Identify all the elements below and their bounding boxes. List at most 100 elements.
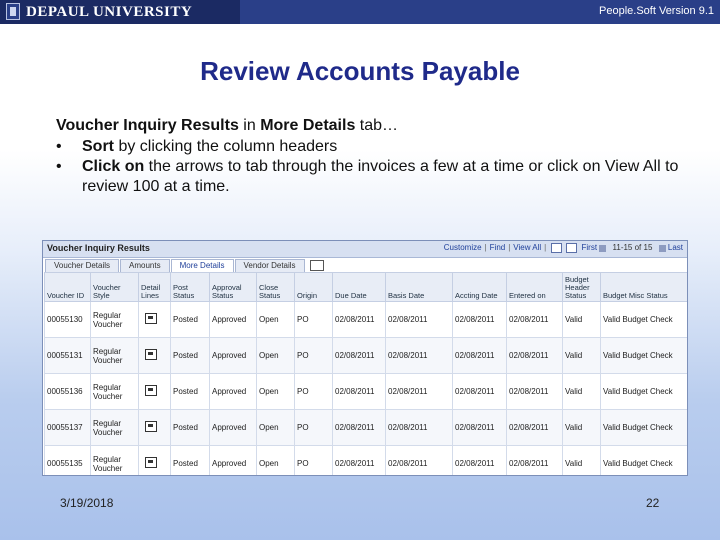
slide-date: 3/19/2018 bbox=[60, 496, 114, 510]
bullet-text: Click on the arrows to tab through the i… bbox=[82, 157, 696, 197]
detail-lines-cell bbox=[138, 445, 171, 475]
voucher-id-cell[interactable]: 00055135 bbox=[44, 445, 91, 475]
column-header[interactable]: Basis Date bbox=[385, 272, 453, 302]
bullet-item: • Sort by clicking the column headers bbox=[56, 137, 696, 157]
post-status-cell: Posted bbox=[170, 301, 210, 338]
results-panel-title: Voucher Inquiry Results bbox=[47, 243, 150, 253]
first-link[interactable]: First bbox=[581, 243, 597, 252]
view-all-link[interactable]: View All bbox=[513, 243, 541, 252]
voucher-style-cell: Regular Voucher bbox=[90, 373, 139, 410]
approval-status-cell: Approved bbox=[209, 337, 257, 374]
due-date-cell: 02/08/2011 bbox=[332, 409, 386, 446]
voucher-id-cell[interactable]: 00055137 bbox=[44, 409, 91, 446]
column-header[interactable]: Origin bbox=[294, 272, 333, 302]
find-link[interactable]: Find bbox=[490, 243, 506, 252]
row-count: 11-15 of 15 bbox=[612, 243, 653, 253]
bullet-rest: by clicking the column headers bbox=[114, 138, 338, 155]
header-bar: DEPAUL UNIVERSITY People.Soft Version 9.… bbox=[0, 0, 720, 24]
tab-voucher-details[interactable]: Voucher Details bbox=[45, 259, 120, 272]
download-icon[interactable] bbox=[551, 243, 563, 253]
intro-line: Voucher Inquiry Results in More Details … bbox=[56, 116, 696, 136]
slide-page-number: 22 bbox=[646, 496, 660, 510]
detail-lines-icon[interactable] bbox=[145, 421, 157, 432]
column-header[interactable]: Approval Status bbox=[209, 272, 257, 302]
column-header[interactable]: Budget Header Status bbox=[562, 272, 601, 302]
detail-lines-icon[interactable] bbox=[145, 349, 157, 360]
customize-link[interactable]: Customize bbox=[444, 243, 482, 252]
basis-date-cell: 02/08/2011 bbox=[385, 373, 453, 410]
table-row: 00055137 Regular Voucher Posted Approved… bbox=[44, 409, 687, 446]
close-status-cell: Open bbox=[256, 409, 295, 446]
voucher-style-cell: Regular Voucher bbox=[90, 409, 139, 446]
budget-header-status-cell: Valid bbox=[562, 445, 601, 475]
column-header[interactable]: Voucher ID bbox=[44, 272, 91, 302]
show-all-columns-icon[interactable] bbox=[309, 260, 324, 271]
bullet-marker: • bbox=[56, 158, 62, 175]
detail-lines-icon[interactable] bbox=[145, 313, 157, 324]
basis-date-cell: 02/08/2011 bbox=[385, 445, 453, 475]
university-logo: DEPAUL UNIVERSITY bbox=[0, 0, 240, 24]
accting-date-cell: 02/08/2011 bbox=[452, 373, 507, 410]
next-arrow-icon[interactable] bbox=[658, 244, 666, 252]
detail-lines-cell bbox=[138, 373, 171, 410]
entered-on-cell: 02/08/2011 bbox=[506, 373, 563, 410]
post-status-cell: Posted bbox=[170, 337, 210, 374]
column-header[interactable]: Accting Date bbox=[452, 272, 507, 302]
origin-cell: PO bbox=[294, 373, 333, 410]
origin-cell: PO bbox=[294, 301, 333, 338]
tab-vendor-details[interactable]: Vendor Details bbox=[234, 259, 305, 272]
voucher-id-cell[interactable]: 00055136 bbox=[44, 373, 91, 410]
voucher-id-cell[interactable]: 00055131 bbox=[44, 337, 91, 374]
intro-end: tab… bbox=[355, 117, 399, 134]
column-header[interactable]: Entered on bbox=[506, 272, 563, 302]
due-date-cell: 02/08/2011 bbox=[332, 301, 386, 338]
voucher-results-table: Voucher ID Voucher Style Detail Lines Po… bbox=[44, 272, 687, 475]
budget-header-status-cell: Valid bbox=[562, 409, 601, 446]
approval-status-cell: Approved bbox=[209, 409, 257, 446]
grid-view-icon[interactable] bbox=[566, 243, 578, 253]
due-date-cell: 02/08/2011 bbox=[332, 337, 386, 374]
tab-amounts[interactable]: Amounts bbox=[120, 259, 170, 272]
accting-date-cell: 02/08/2011 bbox=[452, 409, 507, 446]
due-date-cell: 02/08/2011 bbox=[332, 373, 386, 410]
column-header[interactable]: Voucher Style bbox=[90, 272, 139, 302]
intro-bold-tab: More Details bbox=[260, 117, 356, 134]
bullet-marker: • bbox=[56, 138, 62, 155]
post-status-cell: Posted bbox=[170, 445, 210, 475]
close-status-cell: Open bbox=[256, 445, 295, 475]
approval-status-cell: Approved bbox=[209, 373, 257, 410]
intro-bold-results: Voucher Inquiry Results bbox=[56, 117, 239, 134]
column-header[interactable]: Detail Lines bbox=[138, 272, 171, 302]
table-row: 00055135 Regular Voucher Posted Approved… bbox=[44, 445, 687, 475]
close-status-cell: Open bbox=[256, 373, 295, 410]
bullet-text: Sort by clicking the column headers bbox=[82, 137, 696, 157]
bullet-bold: Click on bbox=[82, 158, 145, 175]
table-row: 00055131 Regular Voucher Posted Approved… bbox=[44, 337, 687, 374]
accting-date-cell: 02/08/2011 bbox=[452, 337, 507, 374]
voucher-style-cell: Regular Voucher bbox=[90, 301, 139, 338]
column-header[interactable]: Due Date bbox=[332, 272, 386, 302]
close-status-cell: Open bbox=[256, 301, 295, 338]
column-header[interactable]: Close Status bbox=[256, 272, 295, 302]
detail-lines-cell bbox=[138, 301, 171, 338]
detail-lines-icon[interactable] bbox=[145, 457, 157, 468]
voucher-style-cell: Regular Voucher bbox=[90, 337, 139, 374]
voucher-style-cell: Regular Voucher bbox=[90, 445, 139, 475]
previous-arrow-icon[interactable] bbox=[599, 244, 607, 252]
budget-misc-status-cell: Valid Budget Check bbox=[600, 301, 687, 338]
column-header[interactable]: Post Status bbox=[170, 272, 210, 302]
entered-on-cell: 02/08/2011 bbox=[506, 301, 563, 338]
close-status-cell: Open bbox=[256, 337, 295, 374]
bullet-rest: the arrows to tab through the invoices a… bbox=[82, 158, 679, 195]
column-header[interactable]: Budget Misc Status bbox=[600, 272, 687, 302]
entered-on-cell: 02/08/2011 bbox=[506, 445, 563, 475]
voucher-id-cell[interactable]: 00055130 bbox=[44, 301, 91, 338]
last-link[interactable]: Last bbox=[668, 243, 683, 252]
basis-date-cell: 02/08/2011 bbox=[385, 301, 453, 338]
tab-bar: Voucher Details Amounts More Details Ven… bbox=[45, 259, 328, 274]
table-header-row: Voucher ID Voucher Style Detail Lines Po… bbox=[44, 272, 687, 302]
post-status-cell: Posted bbox=[170, 409, 210, 446]
accting-date-cell: 02/08/2011 bbox=[452, 445, 507, 475]
detail-lines-icon[interactable] bbox=[145, 385, 157, 396]
table-row: 00055136 Regular Voucher Posted Approved… bbox=[44, 373, 687, 410]
